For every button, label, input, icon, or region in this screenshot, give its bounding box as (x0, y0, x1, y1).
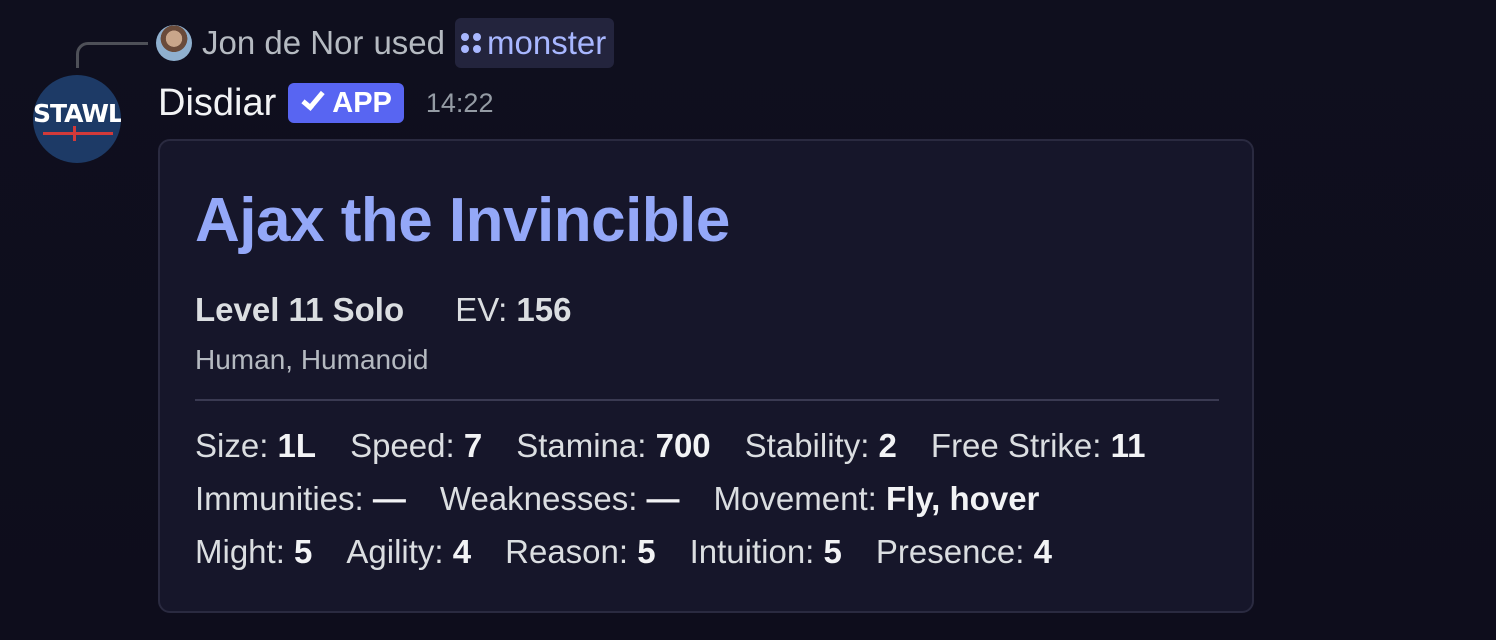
reply-connector-line (76, 42, 148, 68)
stat-weaknesses: Weaknesses: — (439, 480, 680, 517)
stat-size: Size: 1L (195, 427, 317, 464)
monster-ancestry: Human, Humanoid (195, 344, 429, 375)
command-grid-icon (461, 33, 481, 53)
bot-avatar-logo-text: STAWL (33, 99, 121, 128)
stat-row-core: Size: 1L Speed: 7 Stamina: 700 Stability… (195, 427, 1146, 465)
stat-speed: Speed: 7 (350, 427, 483, 464)
stat-free-strike: Free Strike: 11 (930, 427, 1146, 464)
sword-hilt (73, 126, 76, 141)
reply-used-text: used (373, 24, 445, 61)
message-header: Disdiar APP 14:22 (158, 80, 493, 126)
level-line: Level 11 Solo EV: 156 (195, 291, 571, 329)
ev-value: 156 (516, 291, 572, 328)
app-badge-label: APP (332, 86, 392, 119)
stat-row-characteristics: Might: 5 Agility: 4 Reason: 5 Intuition:… (195, 533, 1052, 571)
bot-avatar[interactable]: STAWL (33, 75, 121, 163)
message-timestamp[interactable]: 14:22 (426, 88, 494, 119)
command-name: monster (487, 24, 607, 61)
ev-label: EV: (455, 291, 508, 328)
stat-reason: Reason: 5 (505, 533, 656, 570)
reply-user-avatar[interactable] (156, 25, 192, 61)
stat-stamina: Stamina: 700 (516, 427, 711, 464)
stat-row-traits: Immunities: — Weaknesses: — Movement: Fl… (195, 480, 1039, 518)
stat-presence: Presence: 4 (875, 533, 1052, 570)
stat-movement: Movement: Fly, hover (713, 480, 1040, 517)
app-badge: APP (288, 83, 404, 123)
bot-name[interactable]: Disdiar (158, 82, 276, 125)
stat-immunities: Immunities: — (195, 480, 406, 517)
stat-intuition: Intuition: 5 (689, 533, 842, 570)
checkmark-icon (301, 86, 325, 111)
monster-level: Level 11 Solo (195, 291, 405, 328)
stat-stability: Stability: 2 (744, 427, 897, 464)
command-mention[interactable]: monster (455, 18, 615, 68)
sword-icon (43, 132, 113, 135)
monster-embed: Ajax the Invincible Level 11 Solo EV: 15… (158, 139, 1254, 613)
stat-might: Might: 5 (195, 533, 313, 570)
reply-user-name[interactable]: Jon de Nor (202, 24, 363, 62)
embed-divider (195, 399, 1219, 401)
reply-header: Jon de Nor used monster (156, 18, 615, 68)
embed-title: Ajax the Invincible (195, 186, 730, 255)
stat-agility: Agility: 4 (346, 533, 472, 570)
